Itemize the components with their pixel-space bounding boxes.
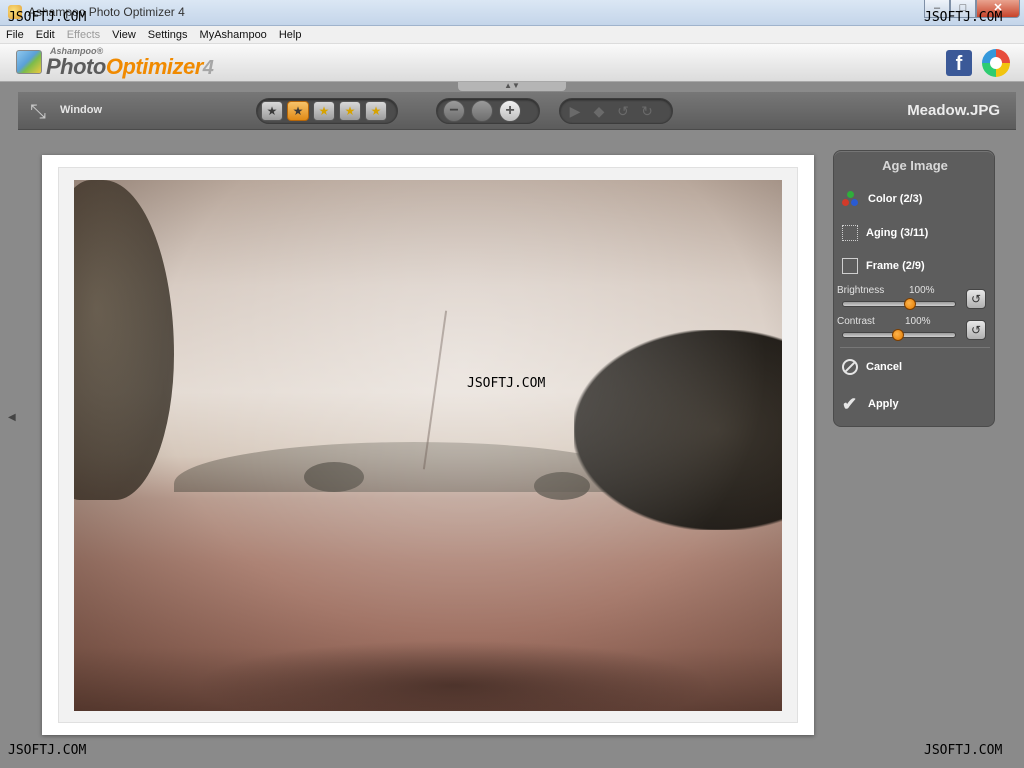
file-name: Meadow.JPG: [907, 102, 1000, 119]
contrast-slider[interactable]: [842, 329, 956, 341]
zoom-out-icon[interactable]: −: [443, 100, 465, 122]
color-option[interactable]: Color (2/3): [842, 188, 922, 210]
logo-text-photo: Photo: [46, 54, 106, 79]
collapse-header-toggle[interactable]: ▲▼: [458, 82, 566, 91]
contrast-reset-button[interactable]: ↺: [966, 320, 986, 340]
contrast-slider-thumb[interactable]: [891, 329, 904, 341]
contrast-label: Contrast: [837, 316, 875, 327]
apply-label: Apply: [868, 398, 899, 410]
menu-effects[interactable]: Effects: [61, 29, 106, 41]
watermark-top-left: JSOFTJ.COM: [8, 10, 87, 25]
watermark-top-right: JSOFTJ.COM: [924, 10, 1003, 25]
title-bar: Ashampoo Photo Optimizer 4 – □ ✕: [0, 0, 1024, 26]
rotate-right-icon[interactable]: ↻: [636, 100, 658, 122]
brightness-slider[interactable]: [842, 298, 956, 310]
photo-canvas[interactable]: [42, 155, 814, 735]
star-2-icon[interactable]: ★: [287, 101, 309, 121]
logo-text-optimizer: Optimizer: [105, 54, 203, 79]
star-3-icon[interactable]: ★: [313, 101, 335, 121]
frame-option[interactable]: Frame (2/9): [842, 255, 925, 277]
cancel-label: Cancel: [866, 361, 903, 373]
menu-myashampoo[interactable]: MyAshampoo: [194, 29, 273, 41]
header-bar: Ashampoo® PhotoOptimizer4 f: [0, 44, 1024, 82]
toolbar: ⤡ Window ★ ★ ★ ★ ★ − + ▶ ◆ ↺ ↻ Meadow.JP…: [18, 92, 1016, 130]
flip-vertical-icon[interactable]: ◆: [588, 100, 610, 122]
panel-divider: [840, 347, 990, 348]
zoom-in-icon[interactable]: +: [499, 100, 521, 122]
zoom-group: − +: [436, 98, 540, 124]
logo-icon: [16, 50, 42, 74]
flip-horizontal-icon[interactable]: ▶: [564, 100, 586, 122]
color-dots-icon: [842, 190, 860, 208]
watermark-center: JSOFTJ.COM: [467, 376, 546, 391]
cancel-icon: [842, 359, 858, 375]
window-mode-label[interactable]: Window: [60, 104, 102, 116]
star-1-icon[interactable]: ★: [261, 101, 283, 121]
menu-file[interactable]: File: [0, 29, 30, 41]
cancel-button[interactable]: Cancel: [842, 356, 902, 378]
brightness-value: 100%: [909, 285, 935, 296]
rating-group: ★ ★ ★ ★ ★: [256, 98, 398, 124]
watermark-bottom-left: JSOFTJ.COM: [8, 743, 87, 758]
aging-option-label: Aging (3/11): [866, 227, 929, 239]
menu-view[interactable]: View: [106, 29, 142, 41]
aging-option[interactable]: Aging (3/11): [842, 222, 928, 244]
brightness-slider-thumb[interactable]: [904, 298, 917, 310]
contrast-value: 100%: [905, 316, 931, 327]
watermark-bottom-right: JSOFTJ.COM: [924, 743, 1003, 758]
left-panel-handle-icon[interactable]: ◀: [8, 412, 18, 432]
menu-help[interactable]: Help: [273, 29, 308, 41]
brightness-reset-button[interactable]: ↺: [966, 289, 986, 309]
transform-group: ▶ ◆ ↺ ↻: [559, 98, 673, 124]
window-mode-icon[interactable]: ⤡: [30, 100, 54, 124]
menu-edit[interactable]: Edit: [30, 29, 61, 41]
facebook-icon[interactable]: f: [946, 50, 972, 76]
menu-bar: File Edit Effects View Settings MyAshamp…: [0, 26, 1024, 44]
photo-vignette: [74, 180, 782, 711]
frame-icon: [842, 258, 858, 274]
color-option-label: Color (2/3): [868, 193, 923, 205]
logo-text-version: 4: [202, 57, 214, 79]
apply-button[interactable]: ✔ Apply: [842, 393, 899, 415]
brightness-label: Brightness: [837, 285, 885, 296]
star-5-icon[interactable]: ★: [365, 101, 387, 121]
panel-title: Age Image: [882, 158, 948, 173]
rotate-left-icon[interactable]: ↺: [612, 100, 634, 122]
age-image-panel: Age Image Color (2/3) Aging (3/11) Frame…: [833, 150, 995, 427]
frame-option-label: Frame (2/9): [866, 260, 925, 272]
picasa-icon[interactable]: [982, 49, 1010, 77]
star-4-icon[interactable]: ★: [339, 101, 361, 121]
photo-image[interactable]: [74, 180, 782, 711]
checkmark-icon: ✔: [842, 394, 858, 414]
logo-text: PhotoOptimizer4: [46, 54, 214, 80]
menu-settings[interactable]: Settings: [142, 29, 194, 41]
aging-icon: [842, 225, 858, 241]
zoom-fit-icon[interactable]: [471, 100, 493, 122]
